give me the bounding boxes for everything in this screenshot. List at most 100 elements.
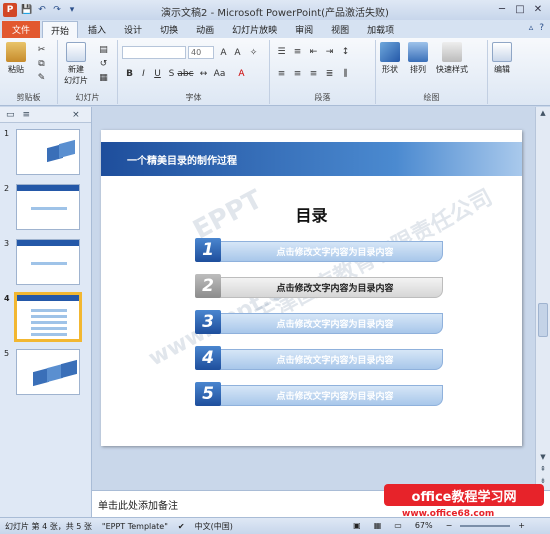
thumbnail-slide-4[interactable]: 4 [4, 292, 82, 342]
tab-home[interactable]: 开始 [42, 21, 79, 38]
clipboard-label: 剪贴板 [16, 93, 41, 102]
spacing-icon[interactable]: ↔ [198, 68, 209, 79]
shadow-icon[interactable]: S [166, 68, 177, 79]
normal-view-icon[interactable]: ▣ [348, 521, 366, 530]
font-name-combo[interactable] [122, 46, 186, 59]
format-painter-icon[interactable]: ✎ [36, 72, 47, 83]
close-icon[interactable]: ✕ [530, 2, 546, 16]
arrange-button[interactable]: 排列 [408, 42, 428, 75]
justify-icon[interactable]: ≣ [324, 68, 335, 79]
underline-icon[interactable]: U [152, 68, 163, 79]
columns-icon[interactable]: ⫼ [340, 68, 351, 79]
toc-item[interactable]: 3 点击修改文字内容为目录内容 [195, 310, 443, 334]
increase-indent-icon[interactable]: ⇥ [324, 46, 335, 57]
thumbnail-slide-1[interactable]: 1 [4, 129, 80, 175]
language-status[interactable]: 中文(中国) [190, 521, 238, 532]
ribbon-right-controls: ▵ ? [529, 23, 544, 33]
bullets-icon[interactable]: ☰ [276, 46, 287, 57]
align-right-icon[interactable]: ≡ [308, 68, 319, 79]
previous-slide-icon[interactable]: ⇞ [538, 465, 548, 475]
font-color-icon[interactable]: A [236, 68, 247, 79]
copy-icon[interactable]: ⧉ [36, 58, 47, 69]
decrease-indent-icon[interactable]: ⇤ [308, 46, 319, 57]
align-left-icon[interactable]: ≡ [276, 68, 287, 79]
tab-addins[interactable]: 加载项 [359, 21, 402, 38]
tab-view[interactable]: 视图 [323, 21, 357, 38]
change-case-icon[interactable]: Aa [214, 68, 226, 79]
reading-view-icon[interactable]: ▭ [389, 521, 407, 530]
toc-item[interactable]: 1 点击修改文字内容为目录内容 [195, 238, 443, 262]
slides-tab-icon[interactable]: ≡ [23, 110, 31, 120]
current-slide[interactable]: 一个精美目录的制作过程 EPPT 天津图南教育有限责任公司 www.eppt.c… [101, 130, 522, 446]
notes-placeholder: 单击此处添加备注 [98, 501, 178, 512]
toc-item-number: 4 [195, 346, 221, 370]
section-icon[interactable]: ▦ [98, 72, 109, 83]
font-size-combo[interactable]: 40 [188, 46, 214, 59]
slide-editing-area[interactable]: 一个精美目录的制作过程 EPPT 天津图南教育有限责任公司 www.eppt.c… [92, 107, 535, 490]
slide-header-title[interactable]: 一个精美目录的制作过程 [127, 152, 237, 167]
powerpoint-app-icon[interactable]: P [3, 3, 17, 17]
undo-icon[interactable]: ↶ [36, 4, 48, 16]
sorter-view-icon[interactable]: ▦ [369, 521, 387, 530]
shapes-button[interactable]: 形状 [380, 42, 400, 75]
vertical-scrollbar[interactable]: ▲ ▼ ⇞ ⇟ [535, 107, 550, 490]
redo-icon[interactable]: ↷ [51, 4, 63, 16]
clear-format-icon[interactable]: ✧ [248, 47, 259, 58]
cut-icon[interactable]: ✂ [36, 44, 47, 55]
bold-icon[interactable]: B [124, 68, 135, 79]
slides-label: 幻灯片 [75, 93, 100, 102]
layout-icon[interactable]: ▤ [98, 44, 109, 55]
toc-item[interactable]: 4 点击修改文字内容为目录内容 [195, 346, 443, 370]
scroll-thumb[interactable] [538, 303, 548, 337]
toc-item-text: 点击修改文字内容为目录内容 [276, 356, 394, 366]
save-icon[interactable]: 💾 [21, 4, 33, 16]
tab-file[interactable]: 文件 [2, 21, 41, 38]
grow-font-icon[interactable]: A [218, 47, 229, 58]
tab-design[interactable]: 设计 [116, 21, 150, 38]
line-spacing-icon[interactable]: ↕ [340, 46, 351, 57]
quick-styles-icon [442, 42, 462, 62]
status-bar: 幻灯片 第 4 张，共 5 张 "EPPT Template" ✔ 中文(中国)… [0, 517, 550, 534]
paste-button[interactable]: 粘贴 [6, 42, 26, 75]
scroll-down-icon[interactable]: ▼ [538, 453, 548, 463]
toc-item-number: 5 [195, 382, 221, 406]
reset-icon[interactable]: ↺ [98, 58, 109, 69]
zoom-in-icon[interactable]: + [513, 521, 530, 530]
shrink-font-icon[interactable]: A [232, 47, 243, 58]
tab-slideshow[interactable]: 幻灯片放映 [224, 21, 285, 38]
window-controls: ─ □ ✕ [494, 2, 546, 16]
toc-item-number: 3 [195, 310, 221, 334]
zoom-slider[interactable] [460, 524, 511, 527]
zoom-out-icon[interactable]: − [441, 521, 458, 530]
quick-styles-button[interactable]: 快速样式 [436, 42, 468, 75]
zoom-level[interactable]: 67% [410, 521, 438, 530]
toc-item[interactable]: 5 点击修改文字内容为目录内容 [195, 382, 443, 406]
italic-icon[interactable]: I [138, 68, 149, 79]
thumbnail-image [16, 184, 80, 230]
edit-button[interactable]: 编辑 [492, 42, 512, 75]
scroll-up-icon[interactable]: ▲ [538, 109, 548, 119]
outline-tab-icon[interactable]: ▭ [6, 110, 15, 120]
toc-item-text: 点击修改文字内容为目录内容 [276, 320, 394, 330]
minimize-icon[interactable]: ─ [494, 2, 510, 16]
spellcheck-icon[interactable]: ✔ [173, 522, 190, 531]
toc-item[interactable]: 2 点击修改文字内容为目录内容 [195, 274, 443, 298]
thumbnail-slide-5[interactable]: 5 [4, 349, 80, 395]
thumbnail-slide-3[interactable]: 3 [4, 239, 80, 285]
tab-transitions[interactable]: 切换 [152, 21, 186, 38]
tab-insert[interactable]: 插入 [80, 21, 114, 38]
thumbnail-slide-2[interactable]: 2 [4, 184, 80, 230]
minimize-ribbon-icon[interactable]: ▵ [529, 23, 534, 33]
maximize-icon[interactable]: □ [512, 2, 528, 16]
strikethrough-icon[interactable]: abc [177, 68, 193, 79]
tab-animations[interactable]: 动画 [188, 21, 222, 38]
customize-qat-icon[interactable]: ▾ [66, 4, 78, 16]
tab-review[interactable]: 审阅 [287, 21, 321, 38]
theme-status[interactable]: "EPPT Template" [97, 522, 173, 531]
new-slide-button[interactable]: 新建 幻灯片 [64, 42, 88, 86]
numbering-icon[interactable]: ≡ [292, 46, 303, 57]
pane-close-icon[interactable]: × [72, 110, 80, 120]
help-icon[interactable]: ? [539, 23, 544, 33]
toc-title[interactable]: 目录 [101, 202, 522, 226]
align-center-icon[interactable]: ≡ [292, 68, 303, 79]
